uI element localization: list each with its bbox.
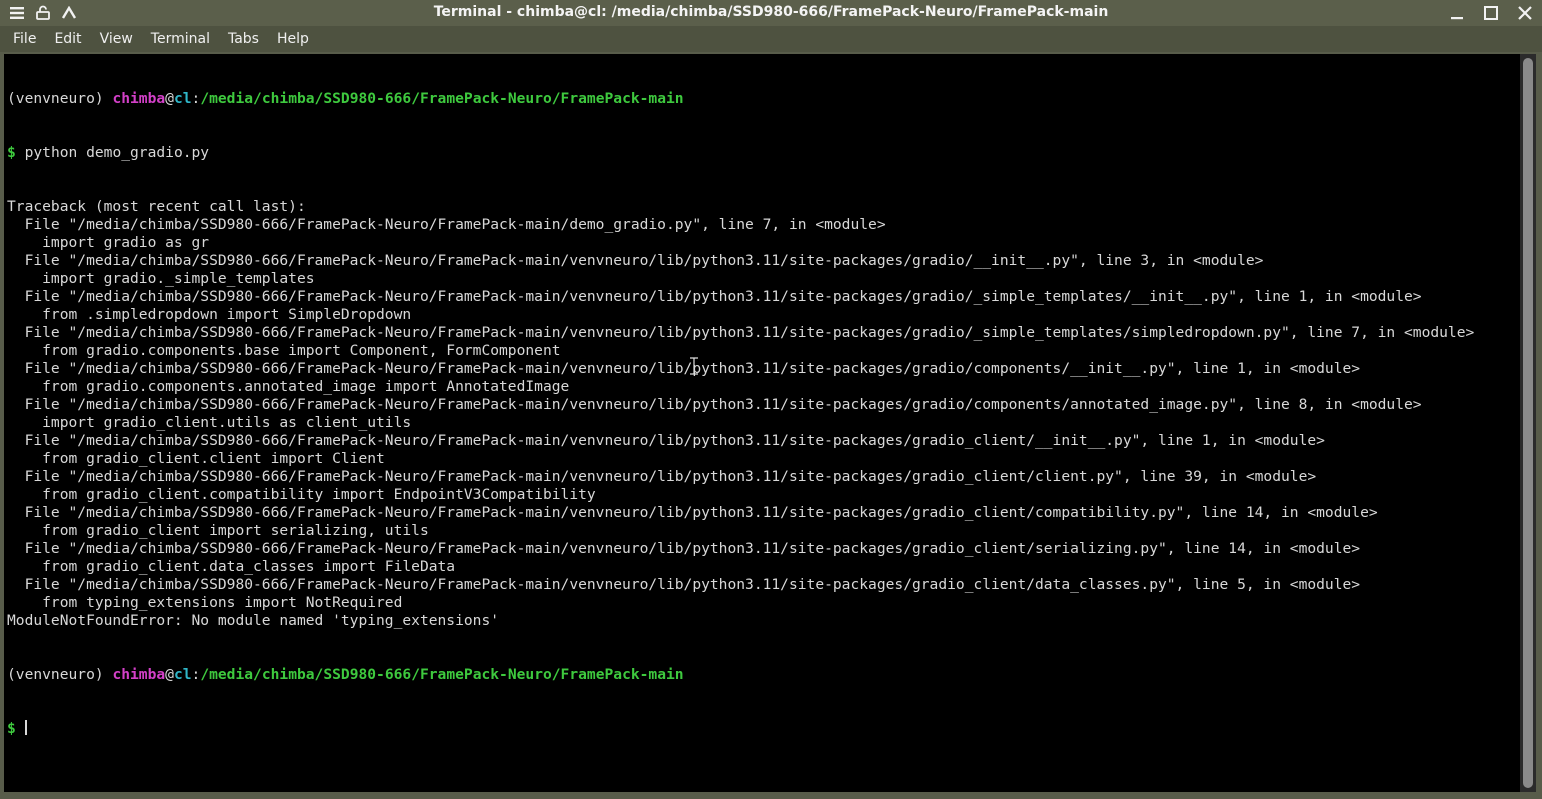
menu-view[interactable]: View bbox=[91, 26, 142, 52]
output-line: from gradio_client import serializing, u… bbox=[7, 522, 429, 539]
terminal-text: (venvneuro) chimba@cl:/media/chimba/SSD9… bbox=[7, 54, 1474, 774]
prompt-host: cl bbox=[173, 666, 192, 683]
command-line: $ python demo_gradio.py bbox=[7, 144, 1474, 162]
scrollbar-thumb[interactable] bbox=[1523, 58, 1533, 788]
prompt-colon: : bbox=[191, 666, 201, 683]
prompt-host: cl bbox=[173, 90, 192, 107]
output-line: File "/media/chimba/SSD980-666/FramePack… bbox=[7, 324, 1475, 341]
prompt-line-2: (venvneuro) chimba@cl:/media/chimba/SSD9… bbox=[7, 666, 1474, 684]
prompt-dollar: $ bbox=[7, 144, 16, 161]
output-line: ModuleNotFoundError: No module named 'ty… bbox=[7, 612, 500, 629]
prompt-user: chimba bbox=[112, 90, 166, 107]
output-line: File "/media/chimba/SSD980-666/FramePack… bbox=[7, 540, 1361, 557]
prompt-path: /media/chimba/SSD980-666/FramePack-Neuro… bbox=[200, 90, 684, 107]
ibeam-cursor-icon bbox=[689, 357, 699, 375]
output-line: from .simpledropdown import SimpleDropdo… bbox=[7, 306, 412, 323]
output-line: from gradio_client.compatibility import … bbox=[7, 486, 596, 503]
command-text: python demo_gradio.py bbox=[15, 144, 210, 161]
minimize-icon[interactable] bbox=[1446, 3, 1468, 23]
text-cursor bbox=[24, 720, 27, 735]
output-line: from gradio.components.annotated_image i… bbox=[7, 378, 570, 395]
prompt-dollar: $ bbox=[7, 720, 16, 737]
output-line: File "/media/chimba/SSD980-666/FramePack… bbox=[7, 468, 1317, 485]
prompt-at: @ bbox=[165, 90, 174, 107]
output-line: import gradio_client.utils as client_uti… bbox=[7, 414, 412, 431]
output-line: from gradio_client.data_classes import F… bbox=[7, 558, 456, 575]
input-line[interactable]: $ bbox=[7, 720, 1474, 738]
prompt-user: chimba bbox=[112, 666, 166, 683]
output-line: import gradio._simple_templates bbox=[7, 270, 315, 287]
prompt-path: /media/chimba/SSD980-666/FramePack-Neuro… bbox=[200, 666, 684, 683]
vertical-scrollbar[interactable] bbox=[1520, 54, 1536, 792]
menu-edit[interactable]: Edit bbox=[45, 26, 90, 52]
output-line: from typing_extensions import NotRequire… bbox=[7, 594, 403, 611]
output-line: File "/media/chimba/SSD980-666/FramePack… bbox=[7, 432, 1325, 449]
output-line: File "/media/chimba/SSD980-666/FramePack… bbox=[7, 252, 1264, 269]
window-title: Terminal - chimba@cl: /media/chimba/SSD9… bbox=[433, 4, 1109, 20]
window-buttons bbox=[1446, 3, 1536, 23]
menu-file[interactable]: File bbox=[4, 26, 45, 52]
menu-bar: File Edit View Terminal Tabs Help bbox=[0, 26, 1542, 52]
output-line: import gradio as gr bbox=[7, 234, 210, 251]
menu-terminal[interactable]: Terminal bbox=[142, 26, 219, 52]
prompt-env: (venvneuro) bbox=[7, 666, 113, 683]
menu-tabs[interactable]: Tabs bbox=[219, 26, 268, 52]
output-line: File "/media/chimba/SSD980-666/FramePack… bbox=[7, 216, 886, 233]
output-line: File "/media/chimba/SSD980-666/FramePack… bbox=[7, 504, 1378, 521]
output-line: from gradio.components.base import Compo… bbox=[7, 342, 561, 359]
terminal-window: Terminal - chimba@cl: /media/chimba/SSD9… bbox=[0, 0, 1542, 799]
traceback-output: Traceback (most recent call last): File … bbox=[7, 198, 1474, 630]
maximize-icon[interactable] bbox=[1480, 3, 1502, 23]
prompt-env: (venvneuro) bbox=[7, 90, 113, 107]
input-space bbox=[16, 720, 25, 737]
menu-help[interactable]: Help bbox=[268, 26, 318, 52]
title-bar[interactable]: Terminal - chimba@cl: /media/chimba/SSD9… bbox=[0, 0, 1542, 26]
prompt-at: @ bbox=[165, 666, 174, 683]
prompt-colon: : bbox=[191, 90, 201, 107]
output-line: Traceback (most recent call last): bbox=[7, 198, 306, 215]
output-line: File "/media/chimba/SSD980-666/FramePack… bbox=[7, 360, 1361, 377]
prompt-line: (venvneuro) chimba@cl:/media/chimba/SSD9… bbox=[7, 90, 1474, 108]
output-line: File "/media/chimba/SSD980-666/FramePack… bbox=[7, 576, 1361, 593]
output-line: File "/media/chimba/SSD980-666/FramePack… bbox=[7, 396, 1422, 413]
output-line: from gradio_client.client import Client bbox=[7, 450, 385, 467]
terminal-screen[interactable]: (venvneuro) chimba@cl:/media/chimba/SSD9… bbox=[4, 54, 1520, 792]
output-line: File "/media/chimba/SSD980-666/FramePack… bbox=[7, 288, 1422, 305]
close-icon[interactable] bbox=[1514, 3, 1536, 23]
